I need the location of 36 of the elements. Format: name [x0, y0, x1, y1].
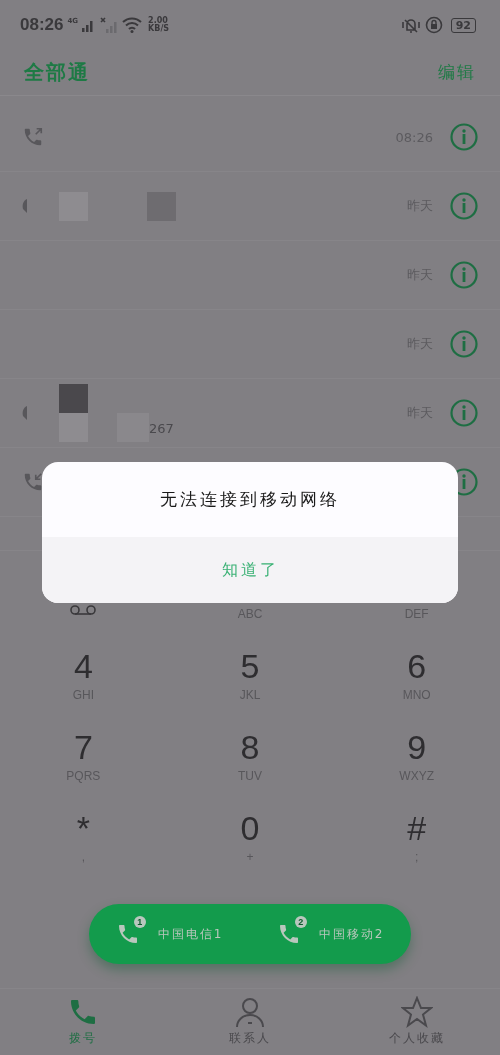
header-title: 全部通 [24, 59, 90, 86]
key-letters: + [246, 850, 254, 864]
no-signal-icon [100, 17, 119, 33]
clock: 08:26 [20, 15, 64, 35]
voicemail-icon [70, 605, 97, 615]
outgoing-call-icon [22, 126, 44, 148]
speed-value: 2.00 [148, 17, 168, 25]
vibrate-icon [400, 16, 421, 34]
dial-key[interactable]: * [76, 798, 90, 848]
dialog-button[interactable]: 知道了 [42, 537, 458, 603]
key-letters: ; [415, 850, 419, 864]
sim-label: 中国移动2 [318, 925, 385, 943]
speed-unit: KB/S [148, 25, 170, 33]
incoming-call-icon [22, 471, 44, 493]
dial-key[interactable]: 7 [73, 717, 93, 767]
star-icon [400, 996, 433, 1028]
key-letters: , [81, 850, 85, 864]
sim-call-button[interactable]: 1 中国电信1 [111, 912, 228, 956]
dial-key[interactable]: 0 [240, 798, 260, 848]
redaction-block [59, 413, 88, 442]
person-icon [234, 996, 266, 1028]
rotation-lock-icon [424, 16, 443, 34]
wifi-icon [122, 17, 143, 33]
dial-key[interactable]: 8 [240, 717, 260, 767]
dial-key[interactable]: 6 [407, 636, 427, 686]
sim-call-button[interactable]: 2 中国移动2 [272, 912, 389, 956]
battery-icon: 92 [450, 17, 476, 33]
dial-key[interactable]: # [407, 798, 427, 848]
sim-badge: 1 [133, 916, 146, 928]
dial-key[interactable]: 9 [407, 717, 427, 767]
redaction-block [59, 384, 88, 413]
sim-badge: 2 [294, 916, 307, 928]
dial-key[interactable]: 5 [240, 636, 260, 686]
dialog-message: 无法连接到移动网络 [159, 488, 341, 511]
sim-label: 中国电信1 [157, 925, 224, 943]
dial-key[interactable]: 4 [73, 636, 93, 686]
